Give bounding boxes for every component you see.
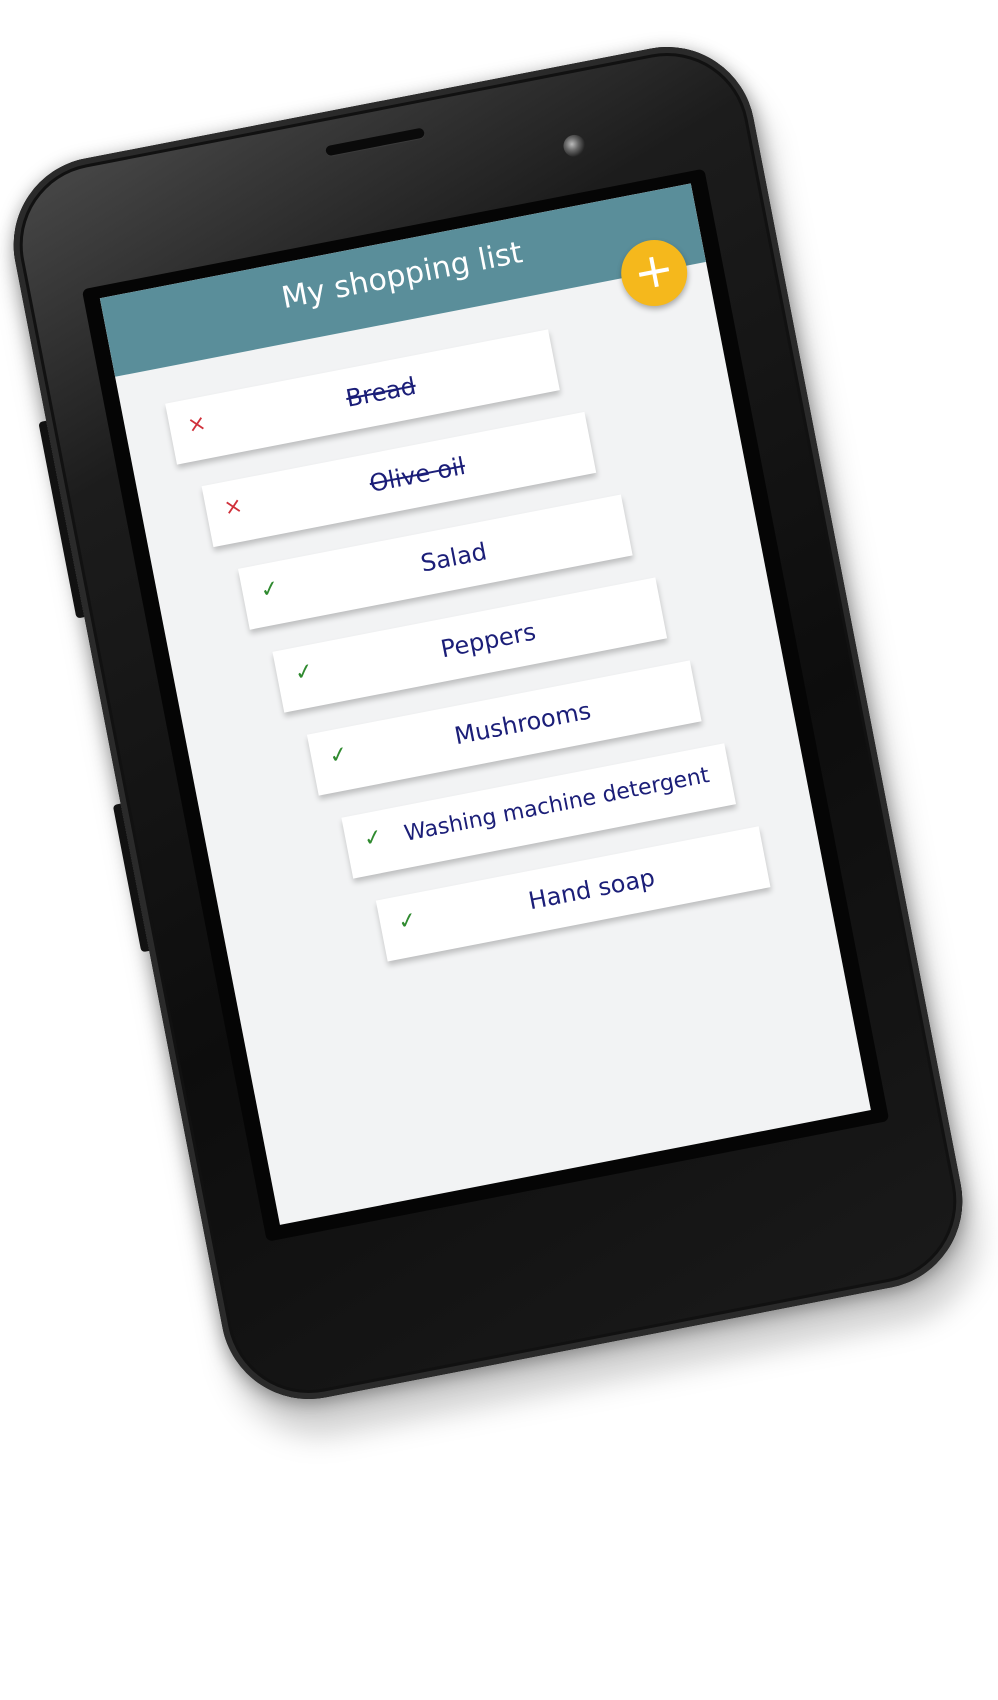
- item-label: Washing machine detergent: [402, 762, 712, 847]
- earpiece-speaker: [325, 127, 426, 157]
- phone-device: My shopping list + × Bread × Olive oil ✓…: [0, 31, 978, 1415]
- item-label: Hand soap: [526, 863, 658, 916]
- power-button: [38, 420, 85, 619]
- page-title: My shopping list: [278, 235, 526, 317]
- screen-frame: My shopping list + × Bread × Olive oil ✓…: [81, 168, 890, 1242]
- app-bar: My shopping list: [99, 183, 707, 377]
- check-icon[interactable]: ✓: [327, 742, 350, 770]
- front-camera-icon: [561, 133, 588, 159]
- item-label: Mushrooms: [452, 696, 594, 751]
- check-icon[interactable]: ✓: [362, 825, 385, 853]
- app-screen: My shopping list + × Bread × Olive oil ✓…: [99, 183, 871, 1225]
- check-icon[interactable]: ✓: [293, 659, 316, 687]
- volume-button: [112, 803, 150, 953]
- remove-icon[interactable]: ×: [222, 493, 245, 521]
- check-icon[interactable]: ✓: [258, 576, 281, 604]
- item-label: Peppers: [438, 617, 539, 664]
- remove-icon[interactable]: ×: [185, 411, 208, 439]
- item-label: Bread: [343, 371, 419, 413]
- item-label: Salad: [418, 537, 490, 578]
- check-icon[interactable]: ✓: [396, 907, 419, 935]
- item-label: Olive oil: [367, 451, 468, 498]
